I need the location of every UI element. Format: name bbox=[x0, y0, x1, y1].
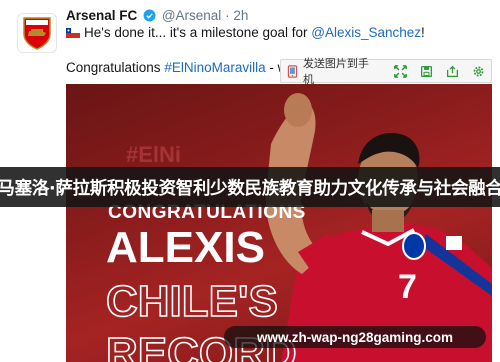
tweet-text-line-1: He's done it... it's a milestone goal fo… bbox=[66, 25, 425, 40]
verified-badge-icon bbox=[143, 9, 156, 22]
settings-button[interactable] bbox=[465, 60, 491, 82]
player-neck bbox=[372, 210, 404, 232]
phone-send-icon bbox=[287, 64, 298, 78]
tweet-text-prefix: He's done it... it's a milestone goal fo… bbox=[84, 25, 308, 40]
hashtag-link[interactable]: #ElNinoMaravilla bbox=[164, 60, 265, 75]
federation-badge bbox=[402, 232, 426, 260]
expand-button[interactable] bbox=[388, 60, 414, 82]
tweet-timestamp[interactable]: 2h bbox=[233, 8, 248, 23]
image-toolbar: 发送图片到手机 bbox=[280, 58, 492, 86]
expand-icon bbox=[394, 64, 407, 78]
arsenal-crest-avatar[interactable] bbox=[17, 13, 57, 53]
tweet-text-suffix: ! bbox=[421, 25, 425, 40]
save-button[interactable] bbox=[413, 60, 439, 82]
watermark-text: www.zh-wap-ng28gaming.com bbox=[256, 329, 453, 345]
overlay-headline-banner: 马塞洛·萨拉斯积极投资智利少数民族教育助力文化传承与社会融合 bbox=[0, 167, 500, 207]
screenshot: Arsenal FC @Arsenal · 2h He's done it...… bbox=[0, 0, 500, 362]
settings-icon bbox=[473, 66, 484, 76]
save-icon bbox=[420, 65, 432, 77]
line2-prefix: Congratulations bbox=[66, 60, 161, 75]
faded-hashtag-text: #ElNi bbox=[126, 142, 181, 167]
sponsor-logo bbox=[446, 236, 462, 250]
mention-link[interactable]: @Alexis_Sanchez bbox=[311, 25, 421, 40]
jersey-number: 7 bbox=[398, 268, 417, 306]
send-to-phone-button[interactable]: 发送图片到手机 bbox=[286, 55, 388, 87]
share-icon bbox=[446, 65, 458, 77]
share-button[interactable] bbox=[439, 60, 465, 82]
headline-name: ALEXIS bbox=[106, 223, 265, 272]
user-handle[interactable]: @Arsenal bbox=[162, 8, 221, 23]
website-watermark: www.zh-wap-ng28gaming.com bbox=[224, 326, 486, 348]
tweet-header: Arsenal FC @Arsenal · 2h bbox=[66, 8, 248, 23]
headline-line3: CHILE'S bbox=[106, 277, 278, 326]
tweet-media-image[interactable]: #ElNi 7 CONGRATULATIONS ALEXIS CHILE'S R… bbox=[66, 84, 492, 362]
arsenal-crest-icon bbox=[23, 17, 51, 50]
banner-text: 马塞洛·萨拉斯积极投资智利少数民族教育助力文化传承与社会融合 bbox=[0, 178, 500, 199]
send-to-phone-label: 发送图片到手机 bbox=[302, 58, 369, 86]
chile-flag-icon bbox=[66, 28, 80, 38]
tweet-text-line-2: Congratulations #ElNinoMaravilla - we're bbox=[66, 60, 309, 75]
media-illustration: #ElNi 7 CONGRATULATIONS ALEXIS CHILE'S R… bbox=[105, 93, 492, 362]
separator-dot: · bbox=[225, 8, 230, 23]
player-fist bbox=[284, 93, 312, 127]
display-name[interactable]: Arsenal FC bbox=[66, 8, 137, 23]
